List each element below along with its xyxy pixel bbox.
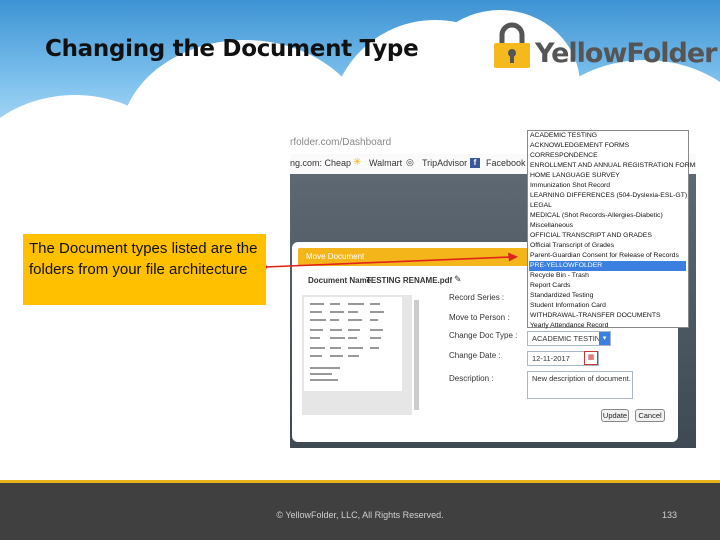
slide-title: Changing the Document Type: [45, 36, 419, 62]
lock-icon: [492, 22, 532, 70]
dropdown-option[interactable]: Miscellaneous: [529, 221, 686, 231]
calendar-icon[interactable]: ▦: [584, 351, 598, 365]
dropdown-option[interactable]: HOME LANGUAGE SURVEY: [529, 171, 686, 181]
pencil-icon[interactable]: ✎: [454, 274, 462, 285]
doc-name-value: TESTING RENAME.pdf: [366, 276, 453, 285]
preview-scrollbar[interactable]: [414, 300, 419, 410]
description-value: New description of document.: [532, 374, 631, 383]
copyright-text: © YellowFolder, LLC, All Rights Reserved…: [276, 510, 444, 520]
change-doc-type-label: Change Doc Type :: [449, 331, 518, 340]
dropdown-option[interactable]: Parent-Guardian Consent for Release of R…: [529, 251, 686, 261]
logo-text: YellowFolder: [535, 38, 717, 69]
dropdown-option[interactable]: CORRESPONDENCE: [529, 151, 686, 161]
date-value: 12-11-2017: [532, 354, 570, 363]
callout-box: The Document types listed are the folder…: [23, 234, 266, 305]
dropdown-option[interactable]: ENROLLMENT AND ANNUAL REGISTRATION FORMS: [529, 161, 696, 171]
pointer-arrow: [262, 250, 532, 274]
description-label: Description :: [449, 374, 494, 383]
bookmark-item[interactable]: TripAdvisor: [422, 158, 467, 168]
doc-name-label: Document Name: [308, 276, 372, 285]
url-text: rfolder.com/Dashboard: [290, 137, 392, 148]
update-button[interactable]: Update: [601, 409, 629, 422]
page-number: 133: [662, 510, 678, 520]
bookmark-item[interactable]: ng.com: Cheap: [290, 158, 351, 168]
dropdown-option[interactable]: MEDICAL (Shot Records-Allergies-Diabetic…: [529, 211, 686, 221]
dropdown-option[interactable]: OFFICIAL TRANSCRIPT AND GRADES: [529, 231, 686, 241]
dropdown-option[interactable]: LEARNING DIFFERENCES (504-Dyslexia-ESL-G…: [529, 191, 687, 201]
doc-type-value: ACADEMIC TESTING: [532, 334, 607, 343]
facebook-icon: f: [470, 158, 480, 168]
dropdown-option[interactable]: Recycle Bin - Trash: [529, 271, 686, 281]
tripadvisor-icon: ◎: [406, 157, 414, 167]
dropdown-option[interactable]: Student Information Card: [529, 301, 686, 311]
dropdown-option[interactable]: PRE-YELLOWFOLDER: [529, 261, 686, 271]
dropdown-option[interactable]: ACADEMIC TESTING: [529, 131, 686, 141]
chevron-down-icon[interactable]: ▾: [599, 332, 610, 345]
dropdown-option[interactable]: Standardized Testing: [529, 291, 686, 301]
dropdown-option[interactable]: LEGAL: [529, 201, 686, 211]
change-date-label: Change Date :: [449, 351, 501, 360]
bookmark-item[interactable]: Facebook: [486, 158, 526, 168]
dropdown-option[interactable]: Report Cards: [529, 281, 686, 291]
bookmark-item[interactable]: Walmart: [369, 158, 402, 168]
dropdown-option[interactable]: Official Transcript of Grades: [529, 241, 686, 251]
dropdown-option[interactable]: WITHDRAWAL-TRANSFER DOCUMENTS: [529, 311, 686, 321]
description-field[interactable]: New description of document.: [527, 371, 633, 399]
dropdown-option[interactable]: ACKNOWLEDGEMENT FORMS: [529, 141, 686, 151]
document-page: [304, 297, 402, 391]
cancel-button[interactable]: Cancel: [635, 409, 665, 422]
record-series-label: Record Series :: [449, 293, 505, 302]
dropdown-option[interactable]: Immunization Shot Record: [529, 181, 686, 191]
walmart-icon: ✳: [353, 157, 362, 168]
dropdown-option[interactable]: Yearly Attendance Record: [529, 321, 686, 331]
move-to-person-label: Move to Person :: [449, 313, 510, 322]
app-screenshot: rfolder.com/Dashboard ng.com: Cheap ✳ Wa…: [290, 130, 696, 448]
